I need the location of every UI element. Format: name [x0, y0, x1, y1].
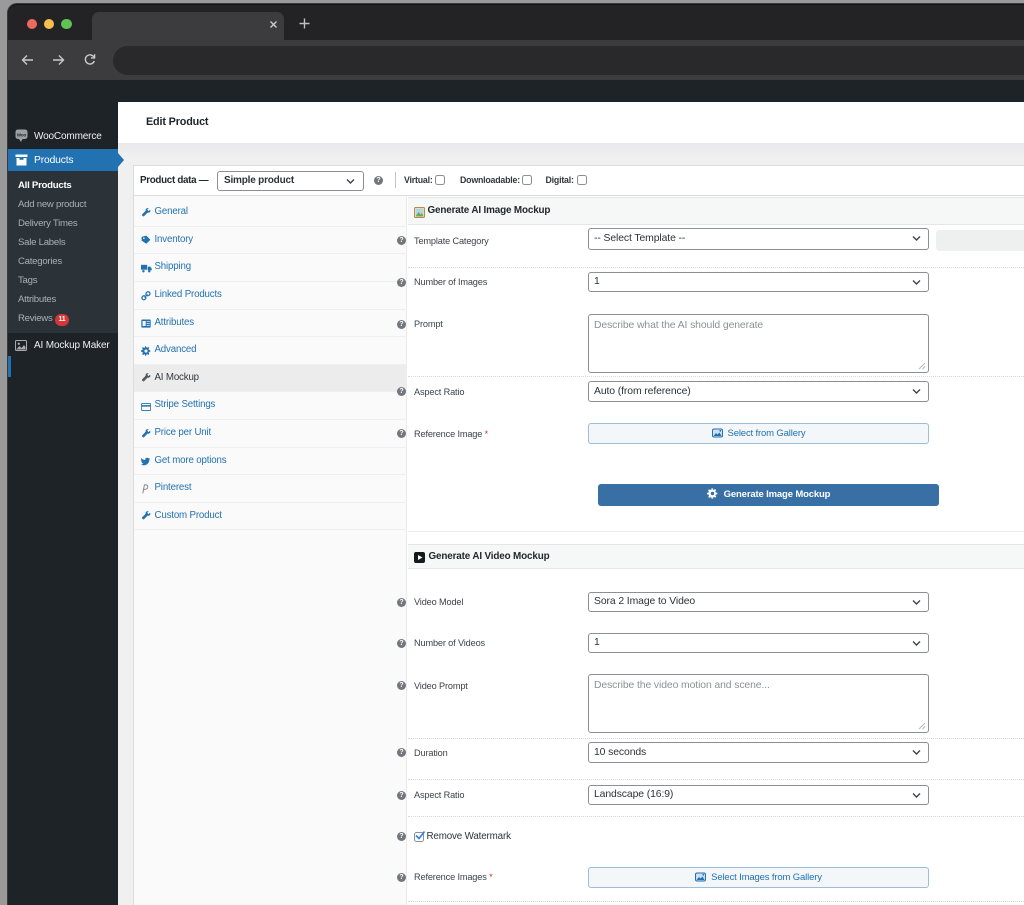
- svg-text:Woo: Woo: [17, 133, 27, 138]
